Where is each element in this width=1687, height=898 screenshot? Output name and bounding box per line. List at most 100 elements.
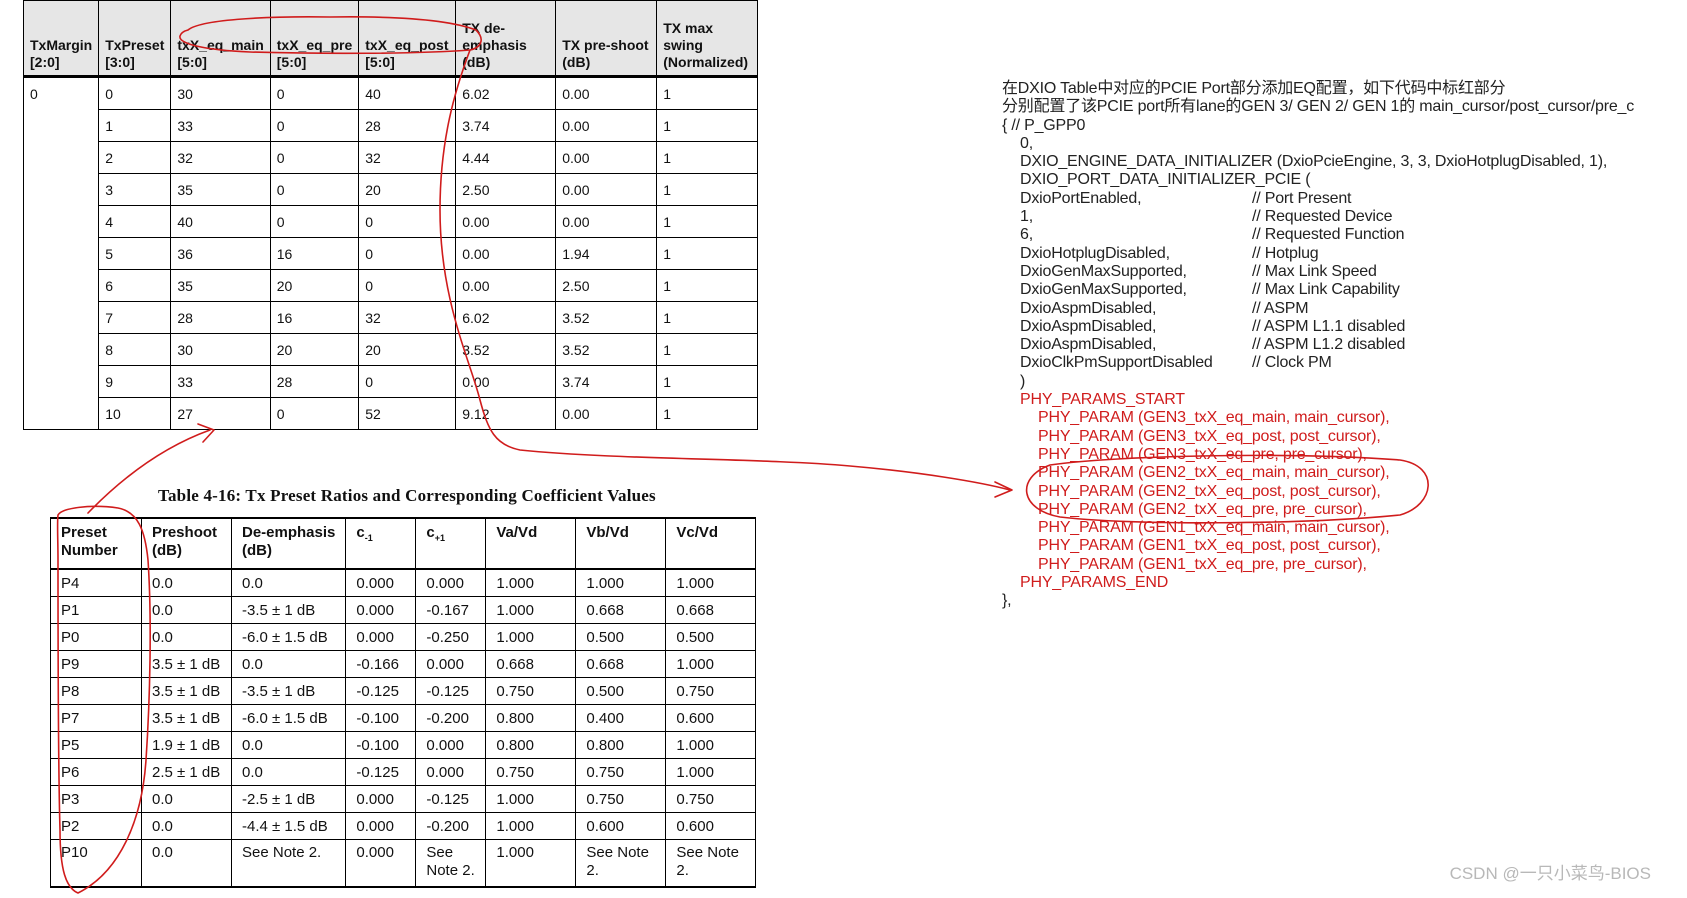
- top-table-cell: 16: [269, 237, 360, 270]
- preset-cell: P10: [50, 839, 142, 888]
- top-table-cell: 9.12: [455, 397, 557, 430]
- top-table-cell: 4: [98, 205, 172, 238]
- preset-row: P10 0.0 See Note 2. 0.000 See Note 2. 1.000 Se…: [50, 839, 757, 888]
- top-table-cell: 6.02: [455, 301, 557, 334]
- top-table-cell: 28: [358, 109, 457, 142]
- top-table-cell: 0: [269, 173, 360, 206]
- top-table-cell: 1: [656, 397, 759, 430]
- preset-cell: 0.0: [230, 569, 347, 597]
- code-text: DxioGenMaxSupported,: [1020, 281, 1187, 299]
- preset-cell: 3.5 ± 1 dB: [141, 677, 232, 705]
- code-line: PHY_PARAMS_START: [1002, 391, 1634, 409]
- preset-header-cell: Preset Number: [50, 517, 142, 570]
- code-text: DxioAspmDisabled,: [1020, 299, 1157, 317]
- preset-table-body: P4 0.0 0.0 0.000 0.000 1.000 1.000 1.000 P1 0.0 -3…: [50, 569, 757, 888]
- preset-cell: 0.0: [141, 812, 232, 840]
- code-line: DxioClkPmSupportDisabled // Clock PM: [1002, 354, 1634, 372]
- top-table-cell: 1: [656, 141, 759, 174]
- preset-cell: 0.000: [345, 812, 417, 840]
- code-text: PHY_PARAM (GEN1_txX_eq_main, main_cursor…: [1038, 519, 1390, 537]
- preset-header-cell: Vb/Vd: [575, 517, 667, 570]
- preset-cell: 0.0: [141, 785, 232, 813]
- top-header-line: [2:0]: [30, 54, 60, 70]
- preset-row: P2 0.0 -4.4 ± 1.5 dB 0.000 -0.200 1.000 0.600 0…: [50, 812, 757, 840]
- code-line: PHY_PARAM (GEN1_txX_eq_post, post_cursor…: [1002, 537, 1634, 555]
- top-table-cell: 0: [269, 397, 360, 430]
- preset-cell: 0.668: [575, 650, 667, 678]
- preset-cell: 0.0: [230, 650, 347, 678]
- preset-cell: 0.750: [665, 677, 757, 705]
- preset-cell: 0.000: [415, 731, 487, 759]
- top-header-line: (dB): [562, 54, 591, 70]
- preset-cell: 0.750: [665, 785, 757, 813]
- code-line: DxioGenMaxSupported, // Max Link Capabili…: [1002, 281, 1634, 299]
- top-table-cell: 0.00: [455, 205, 557, 238]
- top-table-cell: 1: [656, 109, 759, 142]
- top-header-line: [3:0]: [105, 54, 135, 70]
- top-table-cell: 0.00: [455, 269, 557, 302]
- preset-cell: 0.000: [345, 623, 417, 651]
- preset-header-line: Va/Vd: [496, 524, 538, 541]
- top-table-cell: 2: [98, 141, 172, 174]
- preset-cell: 0.750: [485, 677, 577, 705]
- top-header-cell: txX_eq_post [5:0]: [358, 0, 457, 78]
- top-table-cell: 28: [170, 301, 271, 334]
- top-table-cell: 1: [656, 76, 759, 110]
- code-text: 6,: [1020, 226, 1033, 244]
- code-line: DxioAspmDisabled, // ASPM L1.1 disabled: [1002, 318, 1634, 336]
- code-comment: // ASPM: [1252, 299, 1309, 317]
- preset-cell: See Note 2.: [665, 839, 757, 888]
- preset-coefficient-table: Preset Number Preshoot (dB) De-emphasis (dB) c…: [50, 517, 757, 888]
- preset-cell: See Note 2.: [575, 839, 667, 888]
- top-table-cell: 0.00: [555, 397, 658, 430]
- preset-table-header: Preset Number Preshoot (dB) De-emphasis (dB) c…: [50, 517, 757, 570]
- top-table-cell: 0: [358, 205, 457, 238]
- code-comment: // Clock PM: [1252, 354, 1332, 372]
- top-table-cell: 0: [358, 237, 457, 270]
- preset-cell: 1.000: [485, 596, 577, 624]
- top-table-cell: 0: [269, 205, 360, 238]
- code-line: { // P_GPP0: [1002, 117, 1634, 135]
- preset-cell: 1.000: [665, 731, 757, 759]
- top-table-row: 2 32 0 32 4.44 0.00 1: [24, 141, 759, 174]
- top-header-line: (Normalized): [663, 54, 749, 70]
- code-line: DXIO_PORT_DATA_INITIALIZER_PCIE (: [1002, 171, 1634, 189]
- top-table-cell: 1: [656, 365, 759, 398]
- code-line: 1, // Requested Device: [1002, 208, 1634, 226]
- top-header-cell: TX de-emphasis (dB): [455, 0, 557, 78]
- top-table-cell: 35: [170, 269, 271, 302]
- preset-cell: 3.5 ± 1 dB: [141, 650, 232, 678]
- coef-subscript: +1: [434, 533, 445, 543]
- top-table-cell: 3: [98, 173, 172, 206]
- preset-row: P1 0.0 -3.5 ± 1 dB 0.000 -0.167 1.000 0.668 0.6…: [50, 596, 757, 624]
- code-line: DXIO_ENGINE_DATA_INITIALIZER (DxioPcieEn…: [1002, 153, 1634, 171]
- top-table-cell: 5: [98, 237, 172, 270]
- preset-cell: 0.600: [575, 812, 667, 840]
- preset-row: P9 3.5 ± 1 dB 0.0 -0.166 0.000 0.668 0.668 1.00…: [50, 650, 757, 678]
- top-table-cell: 3.52: [555, 333, 658, 366]
- code-line: PHY_PARAM (GEN2_txX_eq_pre, pre_cursor),: [1002, 501, 1634, 519]
- code-text: { // P_GPP0: [1002, 116, 1086, 134]
- code-line: DxioHotplugDisabled, // Hotplug: [1002, 245, 1634, 263]
- tx-preset-register-table: TxMargin [2:0] TxPreset [3:0] txX_eq_main [5:…: [22, 0, 759, 430]
- top-table-cell: 32: [358, 301, 457, 334]
- code-line: PHY_PARAM (GEN3_txX_eq_pre, pre_cursor),: [1002, 446, 1634, 464]
- top-table-row: 8 30 20 20 3.52 3.52 1: [24, 333, 759, 366]
- code-text: DxioHotplugDisabled,: [1020, 244, 1170, 262]
- preset-header-line: Vc/Vd: [676, 524, 719, 541]
- preset-cell: 1.000: [575, 569, 667, 597]
- preset-row: P5 1.9 ± 1 dB 0.0 -0.100 0.000 0.800 0.800 1.00…: [50, 731, 757, 759]
- top-table-cell: 10: [98, 397, 172, 430]
- preset-cell: P2: [50, 812, 142, 840]
- preset-cell: 2.5 ± 1 dB: [141, 758, 232, 786]
- watermark: CSDN @一只小菜鸟-BIOS: [1449, 864, 1651, 883]
- preset-cell: 1.000: [485, 812, 577, 840]
- preset-cell: -6.0 ± 1.5 dB: [230, 704, 347, 732]
- table-caption: Table 4-16: Tx Preset Ratios and Corresp…: [158, 486, 656, 505]
- preset-cell: 0.500: [575, 623, 667, 651]
- preset-cell: 0.800: [485, 704, 577, 732]
- code-text: ): [1020, 372, 1026, 390]
- top-table-row: 4 40 0 0 0.00 0.00 1: [24, 205, 759, 238]
- code-line: PHY_PARAM (GEN3_txX_eq_main, main_cursor…: [1002, 409, 1634, 427]
- top-header-line: txX_eq_pre: [276, 37, 353, 53]
